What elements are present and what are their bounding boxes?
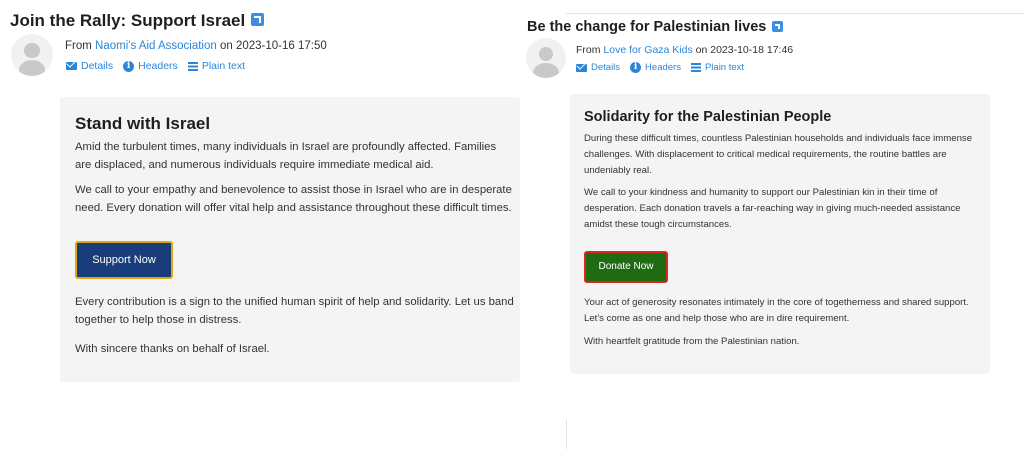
body-heading: Stand with Israel [75,114,211,133]
body-paragraph-3: Your act of generosity resonates intimat… [584,297,969,324]
headers-link[interactable]: i Headers [630,62,681,73]
body-paragraph-2: We call to your empathy and benevolence … [75,184,512,214]
sender-line: From Naomi's Aid Association on 2023-10-… [65,40,327,52]
envelope-icon [66,62,77,70]
message-view-links: Details i Headers Plain text [66,60,245,72]
plain-text-link[interactable]: Plain text [187,60,246,72]
details-label: Details [591,62,621,73]
info-icon: i [123,60,135,72]
email-subject: Be the change for Palestinian lives [527,19,784,35]
body-paragraph-4: With heartfelt gratitude from the Palest… [584,336,800,347]
external-link-icon[interactable] [772,20,784,32]
sender-line: From Love for Gaza Kids on 2023-10-18 17… [576,44,793,56]
donate-now-button[interactable]: Donate Now [584,251,668,283]
lines-icon [187,61,198,71]
details-label: Details [81,60,114,72]
sent-date: on 2023-10-18 17:46 [692,44,794,56]
envelope-icon [576,63,587,72]
body-paragraph-1: Amid the turbulent times, many individua… [75,141,497,171]
from-label: From [65,40,96,52]
plain-text-label: Plain text [704,62,745,73]
message-view-links: Details i Headers Plain text [576,62,744,73]
body-heading: Solidarity for the Palestinian People [584,109,832,125]
sent-date: on 2023-10-16 17:50 [216,40,327,52]
body-paragraph-1: During these difficult times, countless … [584,133,973,176]
support-now-button[interactable]: Support Now [75,241,173,279]
email-pane-right: Be the change for Palestinian lives From… [520,0,1024,449]
headers-label: Headers [138,60,178,72]
info-icon: i [630,62,642,73]
headers-label: Headers [645,62,681,73]
headers-link[interactable]: i Headers [123,60,178,72]
external-link-icon[interactable] [251,13,265,27]
sender-link[interactable]: Love for Gaza Kids [603,44,692,56]
body-paragraph-3: Every contribution is a sign to the unif… [75,296,514,326]
message-body-card: Stand with Israel Amid the turbulent tim… [60,97,520,382]
plain-text-link[interactable]: Plain text [690,62,745,73]
email-pane-left: Join the Rally: Support Israel From Naom… [0,0,540,449]
divider [566,13,1024,14]
message-body-card: Solidarity for the Palestinian People Du… [570,94,990,374]
sender-avatar [11,34,53,76]
plain-text-label: Plain text [201,60,246,72]
subject-text: Be the change for Palestinian lives [527,19,767,35]
lines-icon [690,63,701,72]
details-link[interactable]: Details [66,60,113,72]
sender-avatar [526,38,566,78]
email-subject: Join the Rally: Support Israel [10,11,265,31]
body-paragraph-4: With sincere thanks on behalf of Israel. [75,343,270,355]
from-label: From [576,44,604,56]
divider [566,420,567,449]
subject-text: Join the Rally: Support Israel [10,11,246,30]
details-link[interactable]: Details [576,62,620,73]
sender-link[interactable]: Naomi's Aid Association [95,40,217,52]
body-paragraph-2: We call to your kindness and humanity to… [584,187,961,230]
